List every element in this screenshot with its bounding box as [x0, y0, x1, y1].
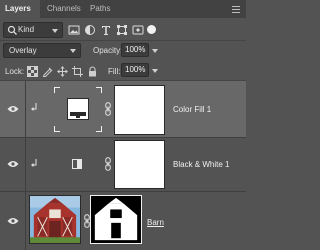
smart-object-filter-icon[interactable]: [132, 24, 144, 36]
panel-menu-icon[interactable]: [230, 3, 242, 15]
barn-image-thumbnail[interactable]: [29, 195, 81, 244]
opacity-field[interactable]: 100%: [121, 43, 149, 57]
link-chain-icon[interactable]: [105, 102, 111, 116]
layer-name[interactable]: Black & White 1: [173, 160, 229, 169]
lock-label: Lock:: [5, 67, 25, 76]
barn-mask-silhouette: [91, 196, 141, 243]
divider: [0, 40, 246, 41]
lock-image-pixels-icon[interactable]: [42, 66, 53, 77]
filter-kind-label: Kind: [18, 25, 35, 34]
lock-transparent-pixels-icon[interactable]: [27, 66, 38, 77]
fill-slider-chevron-icon[interactable]: [152, 69, 158, 73]
opacity-slider-chevron-icon[interactable]: [152, 49, 158, 53]
lock-artboard-icon[interactable]: [72, 66, 83, 77]
barn-layer-mask-thumbnail[interactable]: [90, 195, 142, 244]
layer-mask-thumbnail[interactable]: [114, 85, 165, 135]
layer-name[interactable]: Barn: [147, 218, 164, 227]
opacity-label: Opacity:: [93, 46, 123, 55]
color-fill-thumbnail[interactable]: [67, 98, 89, 120]
eye-icon[interactable]: [7, 217, 19, 225]
clipping-mask-arrow-icon: [30, 158, 40, 168]
tab-layers[interactable]: Layers: [0, 0, 40, 18]
panel-tab-bar: Layers Channels Paths: [0, 0, 246, 18]
layer-mask-thumbnail[interactable]: [114, 140, 165, 189]
layer-row-black-white[interactable]: Black & White 1: [0, 138, 246, 191]
barn-photo: [30, 196, 80, 243]
fill-label: Fill:: [108, 67, 121, 76]
tab-paths[interactable]: Paths: [85, 0, 115, 18]
type-filter-icon[interactable]: [100, 24, 112, 36]
image-filter-icon[interactable]: [68, 24, 80, 36]
blend-mode-select[interactable]: Overlay: [3, 43, 81, 58]
lock-all-icon[interactable]: [87, 66, 98, 77]
layer-row-barn[interactable]: Barn: [0, 192, 246, 250]
clipping-mask-arrow-icon: [30, 102, 40, 112]
tab-channels[interactable]: Channels: [42, 0, 86, 18]
filter-toggle-icon[interactable]: [147, 25, 156, 34]
fill-field[interactable]: 100%: [121, 63, 149, 77]
adjustment-filter-icon[interactable]: [84, 24, 96, 36]
chevron-down-icon: [70, 49, 76, 53]
layer-filter-row: Kind: [0, 22, 246, 38]
filter-kind-select[interactable]: Kind: [3, 22, 63, 38]
search-icon: [7, 25, 18, 36]
eye-icon[interactable]: [7, 160, 19, 168]
link-chain-icon[interactable]: [105, 157, 111, 171]
blend-mode-label: Overlay: [9, 46, 37, 55]
layer-name[interactable]: Color Fill 1: [173, 105, 211, 114]
shape-filter-icon[interactable]: [116, 24, 128, 36]
layers-panel: Layers Channels Paths Kind Overlay Opaci…: [0, 0, 246, 250]
black-white-adjustment-icon[interactable]: [72, 159, 82, 169]
layer-row-color-fill[interactable]: Color Fill 1: [0, 81, 246, 137]
lock-position-icon[interactable]: [57, 66, 68, 77]
chevron-down-icon: [52, 29, 58, 33]
eye-icon[interactable]: [7, 105, 19, 113]
